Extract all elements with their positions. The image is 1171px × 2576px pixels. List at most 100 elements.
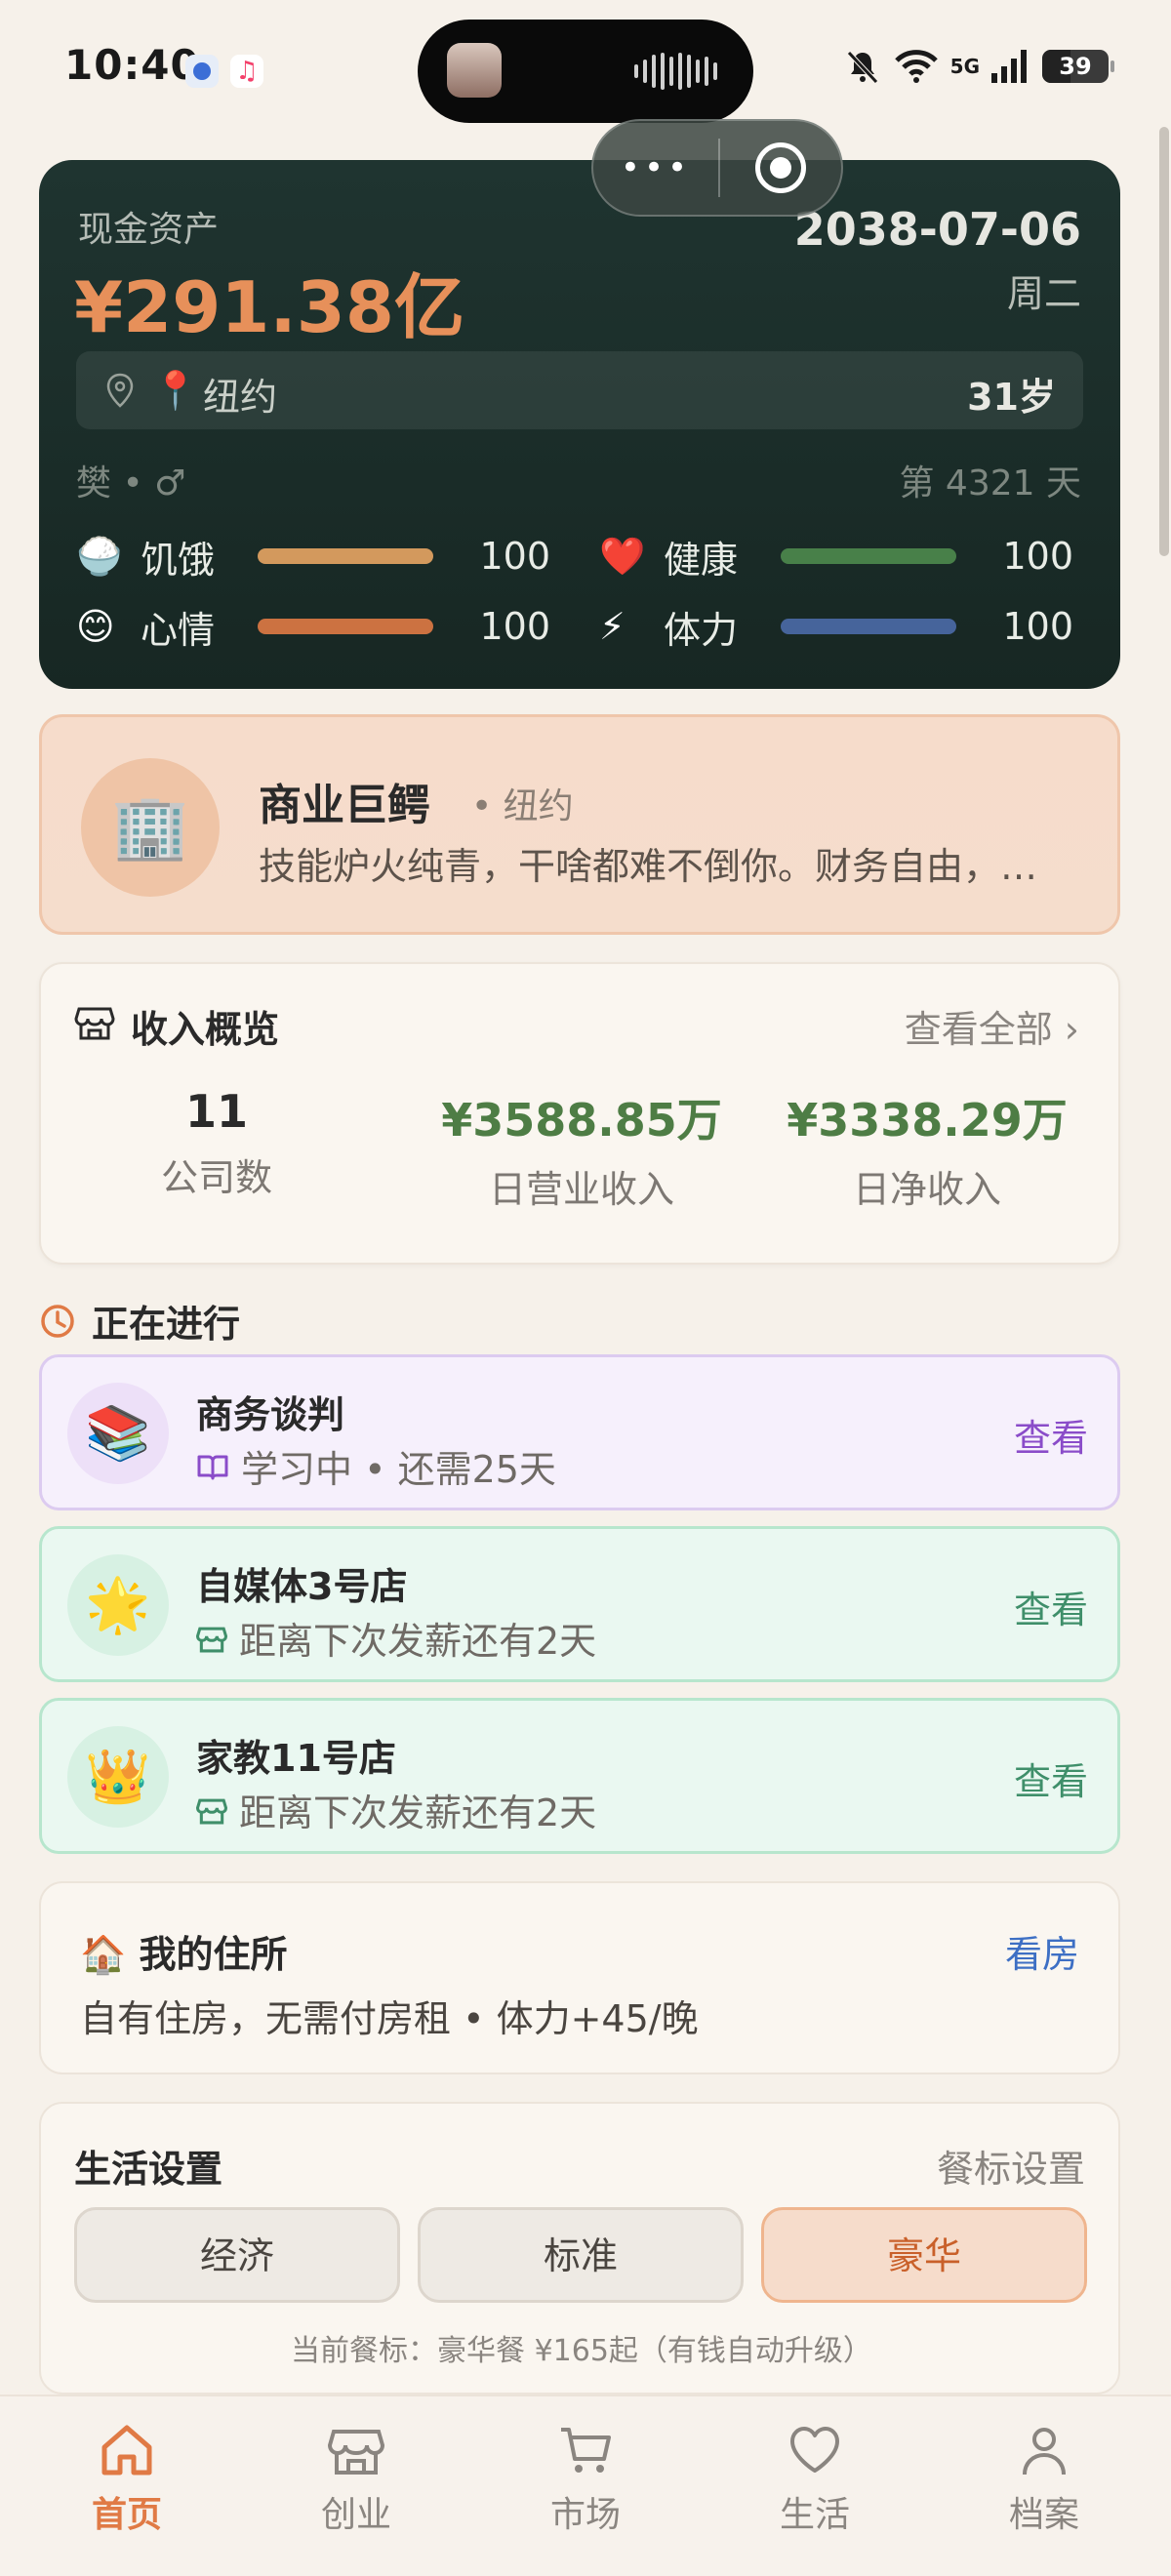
task-title: 商务谈判: [196, 1393, 345, 1436]
stat-label: 心情: [141, 608, 216, 652]
stat-mood: 😊 心情 100: [76, 603, 550, 652]
stat-label: 体力: [664, 608, 739, 652]
status-bar: 10:40 ♫ 5G 39: [0, 0, 1171, 146]
shop-icon: [196, 1627, 227, 1652]
pin-emoji-icon: 📍: [152, 369, 199, 412]
nav-label: 首页: [91, 2495, 162, 2535]
day-count: 第 4321 天: [899, 463, 1081, 503]
clock-icon: [41, 1304, 74, 1338]
view-all-link[interactable]: 查看全部 ›: [905, 999, 1079, 1053]
task-card-tutoring-store[interactable]: 👑 家教11号店 距离下次发薪还有2天 查看: [39, 1698, 1120, 1854]
stat-value: 100: [479, 535, 550, 578]
task-status-text: 距离下次发薪还有2天: [239, 1620, 597, 1663]
residence-title: 🏠 我的住所: [80, 1933, 288, 1976]
stat-bar: [258, 548, 433, 564]
home-icon: [101, 2425, 152, 2475]
stat-value: 100: [1002, 535, 1073, 578]
avatar: [447, 43, 502, 98]
stat-value: 100: [479, 605, 550, 648]
task-status: 距离下次发薪还有2天: [196, 1783, 596, 1836]
target-icon: [755, 142, 806, 193]
stat-label: 健康: [664, 538, 739, 582]
books-icon: 📚: [67, 1383, 169, 1484]
task-status: 学习中 • 还需25天: [196, 1439, 556, 1493]
nav-profile[interactable]: 档案: [966, 2420, 1122, 2537]
option-economy-button[interactable]: 经济: [74, 2207, 400, 2303]
signal-icon: [991, 50, 1027, 83]
current-meal-note: 当前餐标：豪华餐 ¥165起（有钱自动升级）: [291, 2334, 872, 2368]
stat-hunger: 🍚 饥饿 100: [76, 533, 550, 582]
nav-life[interactable]: 生活: [737, 2420, 893, 2537]
stat-label: 饥饿: [141, 538, 216, 582]
player-name-gender: 樊 • ♂: [76, 463, 186, 503]
age: 31岁: [967, 376, 1056, 419]
wifi-icon: [894, 50, 938, 83]
shop-icon: [327, 2430, 385, 2475]
nav-business[interactable]: 创业: [278, 2420, 434, 2537]
metric-value: ¥3338.29万: [787, 1094, 1068, 1147]
income-overview-title: 收入概览: [131, 1008, 280, 1051]
profession-description: 技能炉火纯青，干啥都难不倒你。财务自由，…: [259, 845, 1038, 888]
bottom-nav: 首页 创业 市场 生活 档案: [0, 2395, 1171, 2576]
rice-bowl-icon: 🍚: [76, 534, 123, 578]
profession-title: 商业巨鳄: [259, 781, 430, 830]
residence-description: 自有住房，无需付房租 • 体力+45/晚: [80, 1997, 699, 2040]
nav-home[interactable]: 首页: [49, 2420, 205, 2537]
cash-assets-label: 现金资产: [78, 210, 220, 250]
game-date: 2038-07-06: [793, 203, 1081, 256]
view-task-button[interactable]: 查看: [1014, 1580, 1088, 1633]
meal-standard-link[interactable]: 餐标设置: [937, 2139, 1085, 2193]
heart-icon: [790, 2427, 839, 2473]
in-progress-title: 正在进行: [92, 1303, 241, 1346]
nav-market[interactable]: 市场: [507, 2420, 664, 2537]
profession-card[interactable]: 🏢 商业巨鳄 • 纽约 技能炉火纯青，干啥都难不倒你。财务自由，…: [39, 714, 1120, 935]
task-title: 家教11号店: [196, 1737, 396, 1780]
shop-icon: [74, 1007, 115, 1040]
metric-label: 日净收入: [852, 1168, 1001, 1211]
smile-icon: 😊: [76, 605, 115, 648]
daily-net-income-metric: ¥3338.29万 日净收入: [751, 1085, 1103, 1213]
in-progress-header: 正在进行: [39, 1294, 240, 1348]
stat-value: 100: [1002, 605, 1073, 648]
open-book-icon: [197, 1455, 228, 1479]
cart-icon: [561, 2428, 611, 2473]
task-status-text: 距离下次发薪还有2天: [239, 1791, 597, 1834]
residence-card: 🏠 我的住所 看房 自有住房，无需付房租 • 体力+45/晚: [39, 1881, 1120, 2074]
status-icons: 5G 39: [843, 47, 1114, 86]
location-icon: [106, 373, 134, 408]
audio-wave-icon: [634, 53, 717, 90]
network-label: 5G: [949, 55, 980, 78]
close-miniapp-button[interactable]: [720, 142, 841, 193]
stat-bar: [781, 619, 956, 634]
profession-location: • 纽约: [471, 786, 574, 826]
asset-card: 现金资产 ¥291.38亿 2038-07-06 周二 📍 纽约 31岁 樊 •…: [39, 160, 1120, 689]
nav-label: 档案: [1008, 2495, 1079, 2535]
stat-stamina: ⚡ 体力 100: [599, 603, 1073, 652]
metric-label: 日营业收入: [488, 1168, 674, 1211]
option-standard-button[interactable]: 标准: [418, 2207, 744, 2303]
company-count-metric: 11 公司数: [41, 1085, 392, 1201]
weekday: 周二: [1006, 272, 1081, 315]
battery-icon: 39: [1042, 50, 1114, 83]
view-task-button[interactable]: 查看: [1014, 1408, 1088, 1462]
option-luxury-button[interactable]: 豪华: [761, 2207, 1087, 2303]
scrollbar[interactable]: [1159, 127, 1169, 556]
shop-icon: [196, 1798, 227, 1824]
more-button[interactable]: •••: [593, 148, 718, 187]
battery-level: 39: [1059, 53, 1092, 80]
stat-health: ❤️ 健康 100: [599, 533, 1073, 582]
task-title: 自媒体3号店: [196, 1565, 408, 1608]
daily-revenue-metric: ¥3588.85万 日营业收入: [406, 1085, 757, 1213]
life-settings-card: 生活设置 餐标设置 经济 标准 豪华 当前餐标：豪华餐 ¥165起（有钱自动升级…: [39, 2102, 1120, 2395]
dynamic-island[interactable]: [418, 20, 753, 123]
location-bar[interactable]: 📍 纽约 31岁: [76, 351, 1083, 429]
nav-label: 生活: [779, 2495, 850, 2535]
view-houses-link[interactable]: 看房: [1005, 1924, 1079, 1978]
app-notification-icon: [185, 55, 219, 88]
view-task-button[interactable]: 查看: [1014, 1751, 1088, 1805]
miniapp-capsule: •••: [591, 119, 843, 217]
task-card-media-store[interactable]: 🌟 自媒体3号店 距离下次发薪还有2天 查看: [39, 1526, 1120, 1682]
task-card-negotiation[interactable]: 📚 商务谈判 学习中 • 还需25天 查看: [39, 1354, 1120, 1510]
stat-bar: [258, 619, 433, 634]
mute-bell-icon: [846, 51, 878, 84]
